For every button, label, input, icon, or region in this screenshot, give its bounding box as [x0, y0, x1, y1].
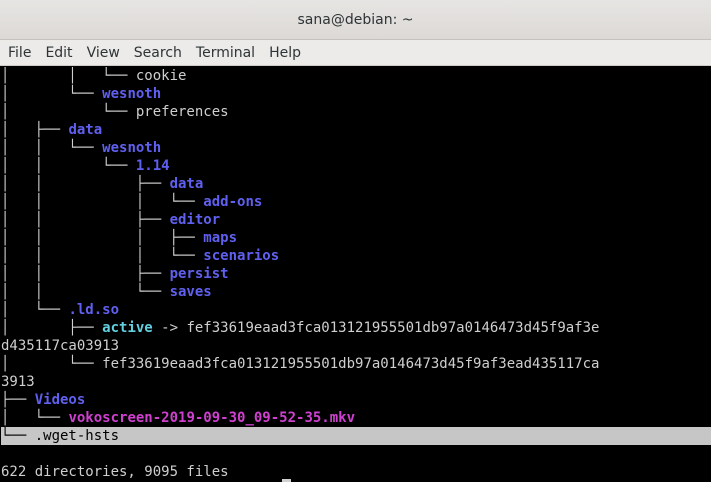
- tree-entry-name: scenarios: [203, 248, 280, 264]
- line-text: │ │ │ └──: [1, 248, 204, 264]
- terminal-line: │ ├── active -> fef33619eaad3fca01312195…: [1, 319, 599, 337]
- line-text: │ │ │ └──: [1, 194, 204, 210]
- menu-edit[interactable]: Edit: [38, 40, 79, 66]
- terminal-line: │ │ ├── persist: [1, 265, 229, 283]
- line-text: │ │ └──: [1, 284, 170, 300]
- line-text: fef33619eaad3fca013121955501db97a0146473…: [102, 356, 600, 372]
- line-text: │ └──: [1, 104, 136, 120]
- terminal-line: d435117ca03913: [1, 337, 119, 355]
- line-text: │ ├──: [1, 122, 69, 138]
- tree-entry-name: vokoscreen-2019-09-30_09-52-35.mkv: [68, 410, 356, 426]
- menu-view[interactable]: View: [80, 40, 127, 66]
- terminal-line: │ └── vokoscreen-2019-09-30_09-52-35.mkv: [1, 409, 355, 427]
- line-text: │ ├──: [1, 320, 103, 336]
- menu-search[interactable]: Search: [127, 40, 189, 66]
- terminal-line: │ │ └── 1.14: [1, 157, 170, 175]
- terminal-line: 622 directories, 9095 files: [1, 463, 229, 481]
- line-text: │ │ │ ├──: [1, 230, 204, 246]
- line-text: │ │ └──: [1, 140, 103, 156]
- tree-entry-name: add-ons: [203, 194, 263, 210]
- menu-bar: File Edit View Search Terminal Help: [0, 40, 711, 66]
- line-text: cookie: [135, 68, 187, 84]
- tree-entry-name: data: [68, 122, 103, 138]
- terminal-line: └── .wget-hsts: [1, 427, 711, 445]
- terminal-line: │ └── fef33619eaad3fca013121955501db97a0…: [1, 355, 599, 373]
- terminal-line: │ │ └── wesnoth: [1, 139, 161, 157]
- line-text: preferences: [135, 104, 229, 120]
- line-text: │ └──: [1, 302, 69, 318]
- tree-entry-name: active: [102, 320, 153, 336]
- line-text: │ │ ├──: [1, 212, 170, 228]
- menu-help[interactable]: Help: [262, 40, 308, 66]
- line-text: │ │ ├──: [1, 176, 170, 192]
- line-text: │ └──: [1, 356, 103, 372]
- terminal-line: │ │ │ ├── maps: [1, 229, 237, 247]
- tree-entry-name: data: [169, 176, 204, 192]
- line-text: │ │ ├──: [1, 266, 170, 282]
- terminal-line: │ └── wesnoth: [1, 85, 161, 103]
- line-text: │ │ └──: [1, 158, 136, 174]
- terminal-line: │ └── .ld.so: [1, 301, 119, 319]
- terminal-line: │ ├── data: [1, 121, 102, 139]
- terminal-output[interactable]: │ │ └── cookie │ └── wesnoth │ └── prefere…: [0, 67, 711, 482]
- terminal-line: │ │ └── saves: [1, 283, 212, 301]
- tree-entry-name: wesnoth: [102, 86, 162, 102]
- line-text: ├──: [1, 392, 35, 408]
- line-text: -> fef33619eaad3fca013121955501db97a0146…: [152, 320, 600, 336]
- line-text: │ └──: [1, 86, 103, 102]
- window-title: sana@debian: ~: [297, 11, 414, 28]
- line-text: │ └──: [1, 410, 69, 426]
- title-bar: sana@debian: ~: [0, 0, 711, 40]
- terminal-line: │ │ └── cookie: [1, 67, 186, 85]
- terminal-line: ├── Videos: [1, 391, 85, 409]
- tree-entry-name: 1.14: [135, 158, 170, 174]
- line-text: 622 directories, 9095 files: [1, 464, 229, 480]
- terminal-line: │ │ ├── editor: [1, 211, 220, 229]
- terminal-line: 3913: [1, 373, 35, 391]
- menu-terminal[interactable]: Terminal: [189, 40, 262, 66]
- terminal-line: │ │ ├── data: [1, 175, 203, 193]
- tree-entry-name: saves: [169, 284, 212, 300]
- tree-entry-name: persist: [169, 266, 229, 282]
- tree-entry-name: Videos: [34, 392, 86, 408]
- tree-entry-name: wesnoth: [102, 140, 162, 156]
- terminal-line: │ │ │ └── scenarios: [1, 247, 279, 265]
- line-text: 3913: [1, 374, 35, 390]
- tree-entry-name: .ld.so: [68, 302, 120, 318]
- menu-file[interactable]: File: [1, 40, 38, 66]
- line-text: d435117ca03913: [1, 338, 120, 354]
- line-text: └──: [1, 428, 35, 444]
- line-text: │ │ └──: [1, 68, 136, 84]
- tree-entry-name: maps: [203, 230, 238, 246]
- tree-entry-name: editor: [169, 212, 221, 228]
- terminal-line: │ └── preferences: [1, 103, 229, 121]
- terminal-line: │ │ │ └── add-ons: [1, 193, 262, 211]
- line-text: .wget-hsts: [34, 428, 120, 444]
